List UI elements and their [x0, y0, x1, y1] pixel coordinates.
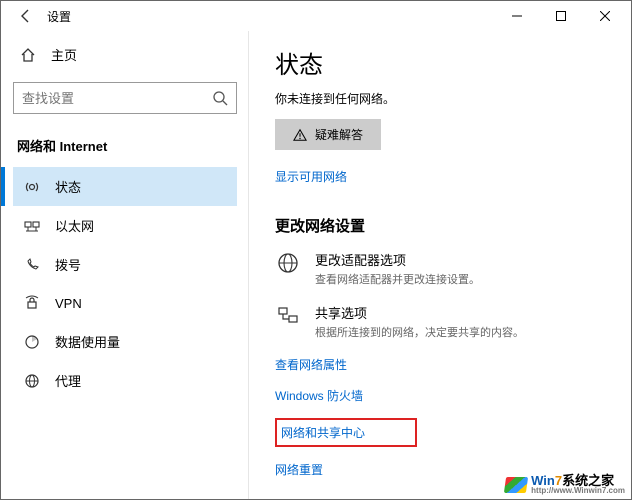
globe-icon [275, 250, 301, 276]
sidebar-item-label: VPN [55, 296, 82, 311]
adapter-options-desc: 查看网络适配器并更改连接设置。 [315, 271, 480, 287]
proxy-icon [23, 372, 41, 390]
sharing-center-link[interactable]: 网络和共享中心 [281, 424, 365, 441]
sidebar-item-2[interactable]: 拨号 [13, 245, 237, 284]
data-usage-icon [23, 333, 41, 351]
maximize-button[interactable] [539, 1, 583, 31]
highlight-box: 网络和共享中心 [275, 418, 417, 447]
sidebar-item-label: 以太网 [55, 216, 94, 235]
sidebar-item-label: 代理 [55, 371, 81, 390]
adapter-options-title: 更改适配器选项 [315, 250, 480, 269]
home-label: 主页 [51, 45, 77, 64]
sidebar-item-3[interactable]: VPN [13, 284, 237, 322]
sidebar-item-0[interactable]: 状态 [13, 167, 237, 206]
window-title: 设置 [47, 8, 71, 25]
sidebar: 主页 网络和 Internet 状态以太网拨号 VPN 数据使用量代理 [1, 31, 249, 499]
sharing-icon [275, 303, 301, 329]
network-properties-link[interactable]: 查看网络属性 [275, 356, 613, 373]
change-settings-header: 更改网络设置 [275, 215, 613, 236]
sharing-options-title: 共享选项 [315, 303, 524, 322]
sidebar-item-label: 拨号 [55, 255, 81, 274]
dialup-icon [23, 256, 41, 274]
ethernet-icon [23, 217, 41, 235]
back-button[interactable] [17, 7, 35, 25]
sharing-options-desc: 根据所连接到的网络，决定要共享的内容。 [315, 324, 524, 340]
sidebar-item-5[interactable]: 代理 [13, 361, 237, 400]
sidebar-item-label: 状态 [55, 177, 81, 196]
watermark: Win7系统之家 http://www.Winwin7.com [505, 474, 625, 495]
home-nav[interactable]: 主页 [13, 39, 237, 70]
troubleshoot-button[interactable]: 疑难解答 [275, 119, 381, 150]
home-icon [19, 46, 37, 64]
titlebar: 设置 [1, 1, 631, 31]
sharing-options-row[interactable]: 共享选项 根据所连接到的网络，决定要共享的内容。 [275, 303, 613, 340]
search-box[interactable] [13, 82, 237, 114]
watermark-url: http://www.Winwin7.com [531, 487, 625, 495]
warning-icon [293, 128, 307, 142]
sidebar-item-4[interactable]: 数据使用量 [13, 322, 237, 361]
sidebar-category: 网络和 Internet [13, 132, 237, 167]
search-icon [212, 90, 228, 106]
search-input[interactable] [22, 91, 212, 106]
close-button[interactable] [583, 1, 627, 31]
main-panel: 状态 你未连接到任何网络。 疑难解答 显示可用网络 更改网络设置 更改适配器选项… [249, 31, 631, 499]
troubleshoot-label: 疑难解答 [315, 126, 363, 143]
vpn-icon [23, 294, 41, 312]
sidebar-item-1[interactable]: 以太网 [13, 206, 237, 245]
windows-flag-icon [504, 477, 528, 493]
sidebar-item-label: 数据使用量 [55, 332, 120, 351]
adapter-options-row[interactable]: 更改适配器选项 查看网络适配器并更改连接设置。 [275, 250, 613, 287]
show-networks-link[interactable]: 显示可用网络 [275, 168, 347, 185]
firewall-link[interactable]: Windows 防火墙 [275, 387, 613, 404]
page-title: 状态 [275, 45, 613, 80]
status-icon [23, 178, 41, 196]
minimize-button[interactable] [495, 1, 539, 31]
status-message: 你未连接到任何网络。 [275, 90, 613, 107]
